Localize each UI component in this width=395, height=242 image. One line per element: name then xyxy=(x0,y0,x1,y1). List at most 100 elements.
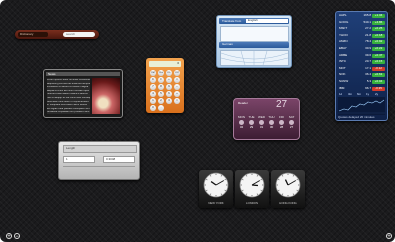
converter-from-field[interactable]: 1 xyxy=(63,156,95,163)
chart-range-tab[interactable]: 1y xyxy=(366,93,369,96)
calculator-key-label: × xyxy=(176,77,178,81)
calculator-key[interactable]: × xyxy=(174,77,180,83)
stock-change-badge[interactable]: +0.18 xyxy=(372,33,385,38)
calculator-key[interactable]: ÷ xyxy=(166,77,172,83)
stock-change-badge[interactable]: -0.12 xyxy=(372,66,385,71)
stock-row[interactable]: ADBE 39.6 +0.47 xyxy=(338,53,385,58)
translate-to-label[interactable]: German xyxy=(222,43,233,46)
chart-range-tab[interactable]: 3m xyxy=(348,93,352,96)
calculator-key[interactable]: C xyxy=(150,77,156,83)
stock-row[interactable]: YHOO 21.8 +0.18 xyxy=(338,33,385,38)
stock-change-badge[interactable]: +0.61 xyxy=(372,73,385,78)
stock-row[interactable]: NOK 36.4 +0.61 xyxy=(338,73,385,78)
stock-price: 27.2 xyxy=(365,27,371,31)
stock-row[interactable]: MOT 17.1 -0.12 xyxy=(338,66,385,71)
calculator-key[interactable]: m+ xyxy=(158,70,164,76)
forecast-high: 27 xyxy=(289,126,294,129)
stock-change-badge[interactable]: +1.34 xyxy=(372,14,385,18)
news-header[interactable]: News xyxy=(46,72,120,76)
stock-change-badge[interactable]: +0.25 xyxy=(372,27,385,32)
calculator-key[interactable]: ± xyxy=(158,77,164,83)
stock-row[interactable]: INTC 20.7 +0.15 xyxy=(338,60,385,65)
calculator-key[interactable]: 1 xyxy=(150,98,156,104)
news-line: nostrud exercitation ullamco laboris xyxy=(47,93,88,96)
calculator-key[interactable]: mr xyxy=(174,70,180,76)
weather-widget[interactable]: Reader 27 MON 32 TUE 29 WED 31 THU 30 FRI 28 SAT 27 xyxy=(233,98,300,140)
calculator-key[interactable]: 2 xyxy=(158,98,164,104)
calculator-key[interactable]: + xyxy=(174,91,180,97)
stock-row[interactable]: SUNW 5.3 +0.04 xyxy=(338,80,385,84)
calculator-key[interactable]: 9 xyxy=(166,84,172,90)
stock-change-badge[interactable]: +0.15 xyxy=(372,60,385,65)
world-clock-widget[interactable]: LONDON xyxy=(235,170,269,208)
stock-symbol: ADBE xyxy=(339,53,348,57)
chart-range-tab[interactable]: 1d xyxy=(339,93,342,96)
stock-change-badge[interactable]: +4.86 xyxy=(372,20,385,25)
converter-category-select[interactable]: Length xyxy=(63,145,137,153)
stock-change-badge[interactable]: +0.22 xyxy=(372,47,385,51)
translation-input-box[interactable] xyxy=(220,26,289,42)
stock-price: 165.8 xyxy=(363,14,371,17)
dictionary-search-placeholder: search xyxy=(66,32,76,36)
stock-row[interactable]: GOOG 540.1 +4.86 xyxy=(338,20,385,25)
forecast-day-name: THU xyxy=(268,116,275,119)
converter-to-field[interactable]: 0.3048 xyxy=(103,156,135,163)
calculator-key-label: m+ xyxy=(158,70,164,74)
stock-row[interactable]: AAPL 165.8 +1.34 xyxy=(338,14,385,18)
converter-to-value: 0.3048 xyxy=(106,157,116,161)
stock-row[interactable]: AMZN 78.4 +0.92 xyxy=(338,40,385,45)
calculator-key[interactable]: 8 xyxy=(158,84,164,90)
calculator-key[interactable]: 3 xyxy=(166,98,172,104)
stock-change-badge[interactable]: +0.47 xyxy=(372,53,385,58)
news-line: Lorem ipsum dolor sit amet consectetur xyxy=(47,79,90,81)
calculator-key[interactable]: . xyxy=(158,105,164,111)
stock-change-badge[interactable]: +0.92 xyxy=(372,40,385,45)
forecast-day: FRI 28 xyxy=(277,116,286,132)
stock-row[interactable]: IBM 96.7 -0.35 xyxy=(338,86,385,91)
calculator-key[interactable]: 5 xyxy=(158,91,164,97)
chart-range-tab[interactable]: 6m xyxy=(357,93,361,96)
calculator-key-label: mr xyxy=(175,70,179,74)
dictionary-source-select[interactable]: Dictionary xyxy=(18,32,48,37)
stock-price: 20.7 xyxy=(365,60,371,64)
chart-range-tab[interactable]: 2y xyxy=(375,93,378,96)
stock-row[interactable]: EBAY 30.9 +0.22 xyxy=(338,47,385,51)
stock-symbol: MSFT xyxy=(339,27,348,31)
add-widget-button[interactable]: + xyxy=(6,233,12,240)
calculator-display-value: 0 xyxy=(177,61,179,65)
stock-price: 36.4 xyxy=(365,73,371,77)
stock-row[interactable]: MSFT 27.2 +0.25 xyxy=(338,27,385,32)
stock-change-badge[interactable]: -0.35 xyxy=(372,86,385,91)
close-dashboard-button[interactable]: + xyxy=(386,233,392,240)
stock-change-badge[interactable]: +0.04 xyxy=(372,80,385,84)
translate-language-select[interactable]: English xyxy=(246,19,288,23)
calculator-key-label: m- xyxy=(167,70,171,74)
calculator-key[interactable]: = xyxy=(174,98,180,104)
stocks-footer-text: Quotes delayed 20 minutes xyxy=(338,116,375,119)
calculator-key[interactable]: 6 xyxy=(166,91,172,97)
forecast-high: 28 xyxy=(279,126,284,129)
world-clock-widget[interactable]: HONG KONG xyxy=(271,170,305,208)
dashboard-background: Dictionary search Translate from English… xyxy=(0,0,395,242)
calculator-display: 0 xyxy=(149,61,181,67)
calculator-key-label: 7 xyxy=(152,84,154,88)
forecast-day-name: SAT xyxy=(288,116,295,119)
stock-chart[interactable] xyxy=(338,97,385,115)
calculator-key[interactable]: m- xyxy=(166,70,172,76)
converter-from-value: 1 xyxy=(66,157,68,161)
calculator-widget: 0 mc m+ m-mr C ± ÷ × 7 8 9 − 4 5 6 +1 2 3 = 0. xyxy=(146,58,184,113)
calculator-key[interactable]: mc xyxy=(150,70,156,76)
calculator-key[interactable]: 4 xyxy=(150,91,156,97)
calculator-key[interactable]: 0 xyxy=(150,105,156,111)
dictionary-widget[interactable]: Dictionary search xyxy=(15,30,99,39)
remove-widget-button[interactable]: − xyxy=(14,233,20,240)
world-clock-widget[interactable]: NEW YORK xyxy=(199,170,233,208)
translate-from-label: Translate from xyxy=(222,20,242,23)
stock-symbol: AMZN xyxy=(339,40,348,44)
dictionary-search-field[interactable]: search xyxy=(63,32,95,37)
calculator-key[interactable]: − xyxy=(174,84,180,90)
weather-condition-icon xyxy=(279,120,284,125)
translation-widget: Translate from English German xyxy=(216,15,292,68)
forecast-high: 31 xyxy=(259,126,264,129)
calculator-key[interactable]: 7 xyxy=(150,84,156,90)
